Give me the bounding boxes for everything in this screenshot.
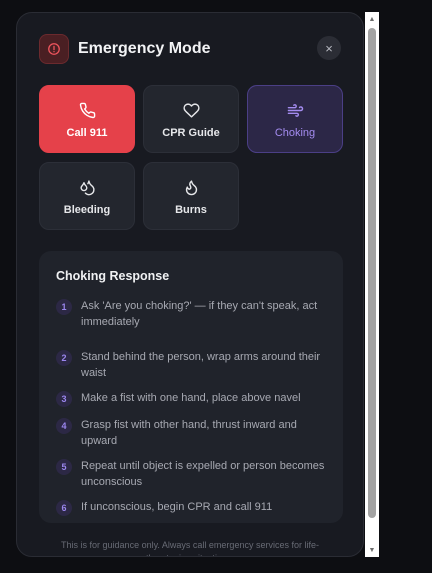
flame-icon	[183, 176, 200, 198]
vertical-scrollbar[interactable]: ▲ ▼	[365, 12, 379, 557]
tile-label: Choking	[274, 127, 316, 139]
step-item: 1 Ask 'Are you choking?' — if they can't…	[56, 298, 326, 330]
choking-button[interactable]: Choking	[247, 85, 343, 153]
step-number: 6	[56, 500, 72, 516]
phone-icon	[79, 99, 96, 121]
step-number: 4	[56, 418, 72, 434]
tile-label: Burns	[175, 204, 207, 216]
step-item: 4 Grasp fist with other hand, thrust inw…	[56, 417, 326, 449]
step-text: Repeat until object is expelled or perso…	[81, 460, 325, 488]
step-text: Stand behind the person, wrap arms aroun…	[81, 351, 321, 379]
panel-header: Emergency Mode ×	[39, 33, 341, 65]
tile-label: Bleeding	[63, 204, 111, 216]
card-title: Choking Response	[56, 269, 170, 283]
wind-icon	[287, 99, 304, 121]
close-icon: ×	[325, 40, 333, 56]
choking-response-card: Choking Response 1 Ask 'Are you choking?…	[39, 251, 343, 523]
step-text: Ask 'Are you choking?' — if they can't s…	[81, 300, 318, 328]
step-item: 5 Repeat until object is expelled or per…	[56, 458, 326, 490]
close-button[interactable]: ×	[317, 36, 341, 60]
step-item: 6 If unconscious, begin CPR and call 911	[56, 499, 326, 516]
scrollbar-thumb[interactable]	[368, 28, 376, 518]
scroll-up-icon[interactable]: ▲	[365, 12, 379, 26]
page-title: Emergency Mode	[78, 40, 211, 57]
alert-circle-icon	[39, 34, 69, 64]
step-text: If unconscious, begin CPR and call 911	[81, 501, 273, 513]
call-911-button[interactable]: Call 911	[39, 85, 135, 153]
cpr-guide-button[interactable]: CPR Guide	[143, 85, 239, 153]
step-text: Make a fist with one hand, place above n…	[81, 392, 301, 404]
tile-label: Call 911	[66, 127, 108, 139]
step-text: Grasp fist with other hand, thrust inwar…	[81, 419, 297, 447]
step-number: 5	[56, 459, 72, 475]
tile-label: CPR Guide	[162, 127, 220, 139]
emergency-panel: Emergency Mode × Call 911 CPR Guide Chok…	[16, 12, 364, 557]
burns-button[interactable]: Burns	[143, 162, 239, 230]
step-number: 1	[56, 299, 72, 315]
scroll-down-icon[interactable]: ▼	[365, 543, 379, 557]
heart-icon	[182, 99, 200, 121]
step-number: 2	[56, 350, 72, 366]
step-number: 3	[56, 391, 72, 407]
step-item: 2 Stand behind the person, wrap arms aro…	[56, 349, 326, 381]
droplets-icon	[79, 176, 96, 198]
step-item: 3 Make a fist with one hand, place above…	[56, 390, 326, 407]
disclaimer-text: This is for guidance only. Always call e…	[61, 540, 319, 556]
bleeding-button[interactable]: Bleeding	[39, 162, 135, 230]
